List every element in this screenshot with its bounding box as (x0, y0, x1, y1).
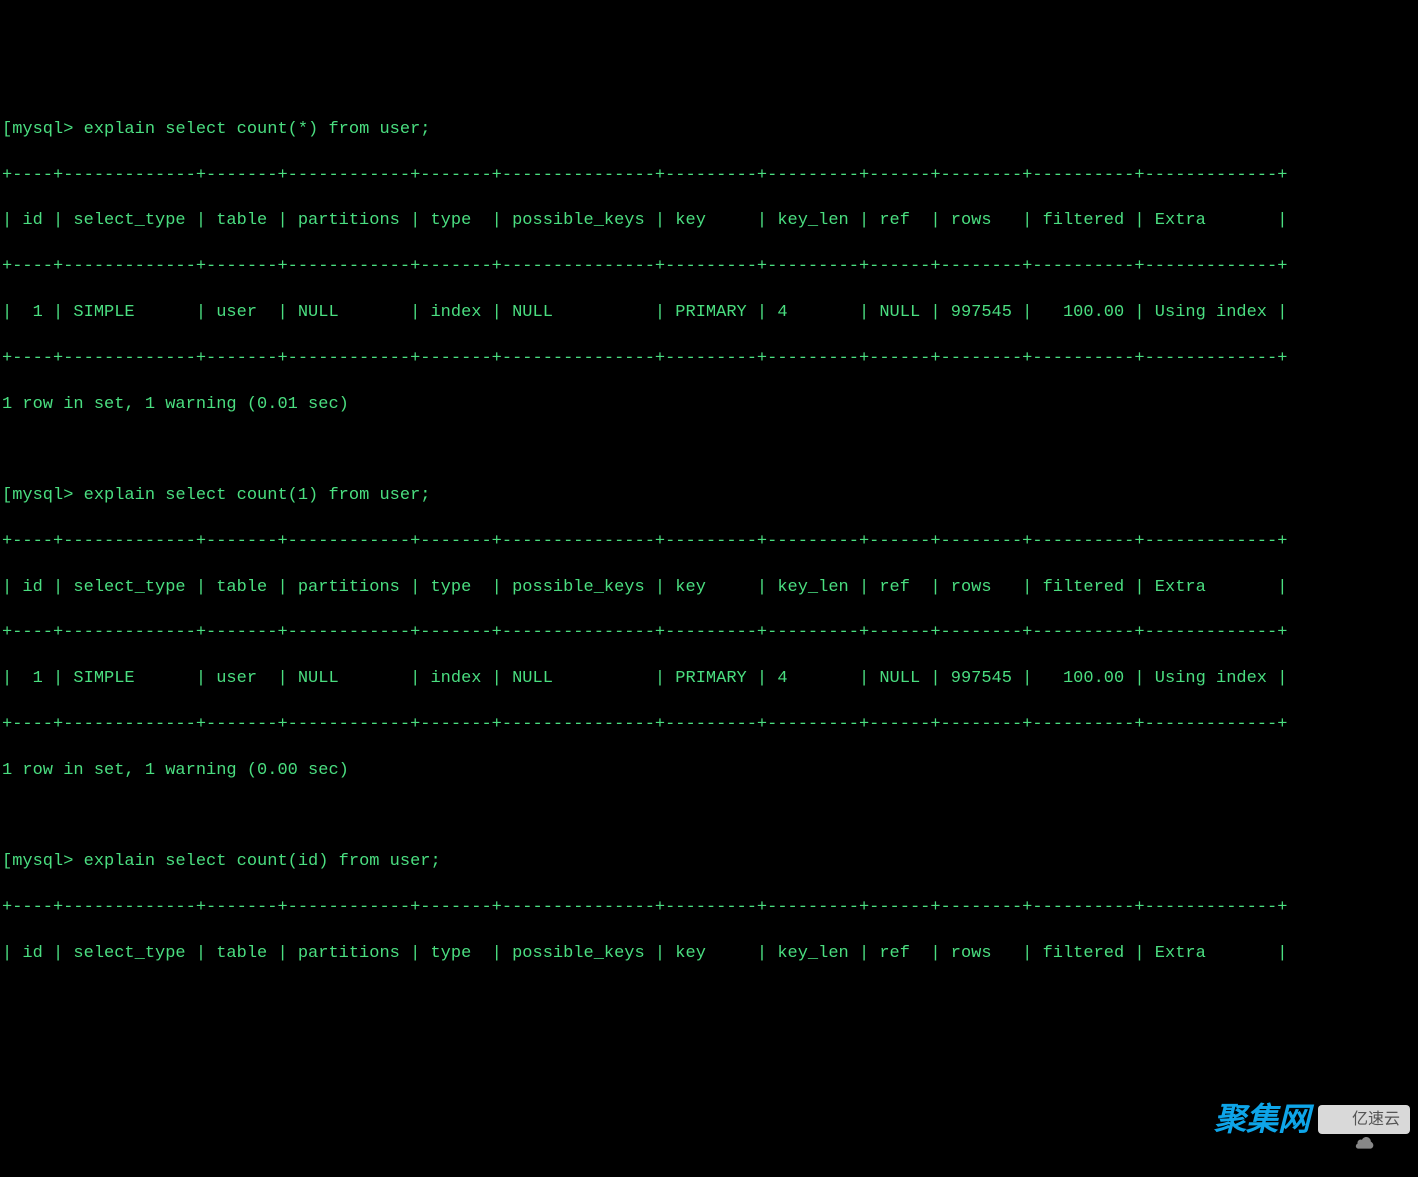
result-summary-1: 1 row in set, 1 warning (0.01 sec) (2, 394, 1418, 417)
table-border: +----+-------------+-------+------------… (2, 714, 1418, 737)
table-border: +----+-------------+-------+------------… (2, 897, 1418, 920)
sql-command-2: explain select count(1) from user; (84, 486, 431, 505)
table-data-row: | 1 | SIMPLE | user | NULL | index | NUL… (2, 302, 1418, 325)
table-header-row: | id | select_type | table | partitions … (2, 943, 1418, 966)
table-border: +----+-------------+-------+------------… (2, 622, 1418, 645)
terminal-output: [mysql> explain select count(*) from use… (0, 92, 1418, 989)
sql-command-1: explain select count(*) from user; (84, 120, 431, 139)
prompt-line-1: [mysql> explain select count(*) from use… (2, 119, 1418, 142)
table-header-row: | id | select_type | table | partitions … (2, 577, 1418, 600)
table-border: +----+-------------+-------+------------… (2, 165, 1418, 188)
prompt-prefix: [mysql> (2, 852, 73, 871)
cloud-icon (1328, 1112, 1348, 1126)
table-border: +----+-------------+-------+------------… (2, 256, 1418, 279)
watermark-right-text: 亿速云 (1352, 1109, 1400, 1131)
table-border: +----+-------------+-------+------------… (2, 348, 1418, 371)
table-data-row: | 1 | SIMPLE | user | NULL | index | NUL… (2, 668, 1418, 691)
prompt-line-2: [mysql> explain select count(1) from use… (2, 485, 1418, 508)
watermark-left-logo: 聚集网 (1214, 1098, 1310, 1141)
watermark-right-badge: 亿速云 (1318, 1105, 1410, 1135)
prompt-prefix: [mysql> (2, 120, 73, 139)
prompt-line-3: [mysql> explain select count(id) from us… (2, 851, 1418, 874)
result-summary-2: 1 row in set, 1 warning (0.00 sec) (2, 760, 1418, 783)
table-border: +----+-------------+-------+------------… (2, 531, 1418, 554)
prompt-prefix: [mysql> (2, 486, 73, 505)
blank-line (2, 806, 1418, 828)
sql-command-3: explain select count(id) from user; (84, 852, 441, 871)
blank-line (2, 440, 1418, 462)
table-header-row: | id | select_type | table | partitions … (2, 210, 1418, 233)
watermark-area: 聚集网 亿速云 (1214, 1098, 1410, 1141)
